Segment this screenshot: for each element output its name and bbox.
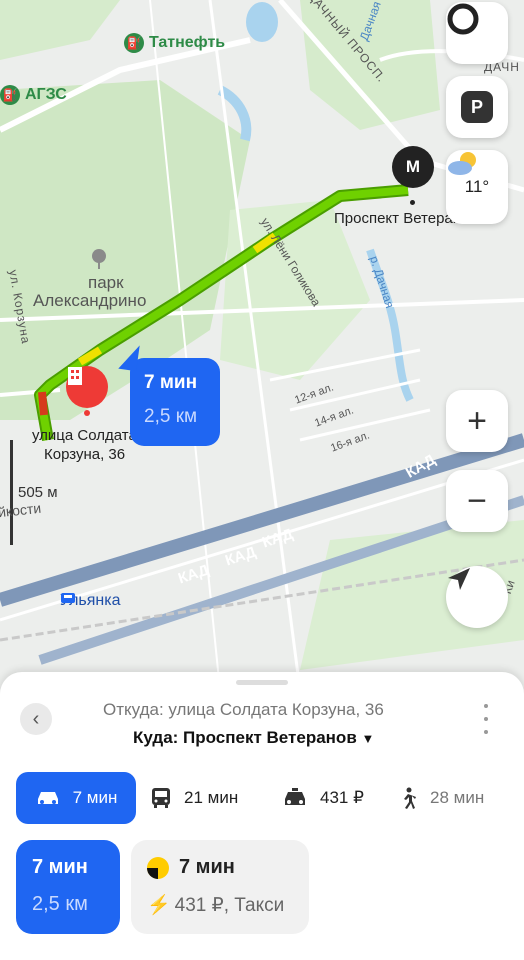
car-icon [37, 792, 58, 804]
origin-label-line1: улица Солдата [32, 427, 137, 444]
alice-icon [447, 3, 479, 35]
mode-car-label: 7 мин [72, 788, 118, 807]
car-route-distance: 2,5 км [32, 893, 88, 915]
taxi-price: 431 ₽, Такси [174, 894, 285, 916]
taxi-time: 7 мин [179, 856, 235, 878]
park-name-line2: Александрино [33, 291, 147, 310]
to-label: Куда: Проспект Ветеранов [133, 728, 357, 747]
taxi-card[interactable]: 7 мин ⚡ 431 ₽, Такси [131, 840, 309, 934]
mode-bus-label: 21 мин [184, 788, 239, 807]
scale-label: 505 м [18, 484, 58, 501]
plus-icon: + [467, 402, 487, 440]
mode-taxi[interactable]: 431 ₽ [282, 772, 364, 824]
dropdown-arrow-icon: ▼ [361, 731, 375, 746]
poi-tatneft[interactable]: ⛽ Татнефть [124, 33, 225, 53]
origin-dot [84, 410, 90, 416]
train-icon [61, 593, 75, 603]
to-field[interactable]: Куда: Проспект Ветеранов ▼ [133, 728, 374, 748]
temperature: 11° [464, 177, 490, 196]
sheet-handle[interactable] [236, 680, 288, 685]
weather-widget[interactable]: 11° [446, 150, 508, 224]
walk-icon [404, 787, 416, 809]
route-sheet: ‹ Откуда: улица Солдата Корзуна, 36 Куда… [0, 672, 524, 960]
route-distance: 2,5 км [144, 406, 198, 427]
yandex-taxi-icon [147, 856, 169, 879]
mode-walk[interactable]: 28 мин [398, 772, 484, 824]
zoom-out-button[interactable]: − [446, 470, 508, 532]
park-icon [90, 248, 108, 269]
park-name-line1: парк [88, 273, 124, 292]
more-options-button[interactable] [480, 704, 492, 734]
origin-label-line2: Корзуна, 36 [44, 446, 126, 463]
mode-bus[interactable]: 21 мин [150, 772, 238, 824]
mode-walk-label: 28 мин [430, 788, 485, 807]
scale-bar [10, 440, 13, 545]
building-icon [68, 367, 82, 385]
lightning-icon: ⚡ [147, 895, 171, 916]
map-view[interactable]: ⛽ Татнефть ⛽ АГЗС ДАЧНЫЙ ПРОСП. Дачная Д… [0, 0, 524, 690]
gas-station-icon: ⛽ [124, 33, 144, 53]
destination-dot [410, 200, 415, 205]
mode-taxi-label: 431 ₽ [320, 788, 364, 807]
poi-agzs[interactable]: ⛽ АГЗС [0, 85, 67, 105]
partly-cloudy-icon [448, 152, 476, 175]
minus-icon: − [467, 482, 487, 520]
poi-tatneft-label: Татнефть [149, 34, 226, 51]
mode-car[interactable]: 7 мин [16, 772, 136, 824]
chevron-left-icon: ‹ [32, 707, 40, 730]
taxi-icon [285, 788, 305, 805]
my-location-button[interactable] [446, 566, 508, 628]
gas-station-icon: ⛽ [0, 85, 20, 105]
parking-button[interactable]: P [446, 76, 508, 138]
parking-icon: P [461, 91, 493, 123]
bus-icon [152, 788, 170, 808]
metro-icon: М [405, 157, 421, 176]
from-field[interactable]: Откуда: улица Солдата Корзуна, 36 [103, 700, 384, 720]
station-ulyanka[interactable]: Ульянка [60, 592, 121, 610]
poi-agzs-label: АГЗС [25, 86, 67, 103]
metro-marker[interactable]: М [392, 146, 434, 188]
back-button[interactable]: ‹ [20, 703, 52, 735]
route-time-bubble[interactable]: 7 мин 2,5 км [130, 358, 220, 446]
car-route-card[interactable]: 7 мин 2,5 км [16, 840, 120, 934]
alice-button[interactable] [446, 2, 508, 64]
car-route-time: 7 мин [32, 856, 88, 878]
zoom-in-button[interactable]: + [446, 390, 508, 452]
navigation-arrow-icon [448, 568, 470, 590]
origin-pin[interactable] [66, 366, 108, 408]
route-time: 7 мин [144, 372, 198, 393]
